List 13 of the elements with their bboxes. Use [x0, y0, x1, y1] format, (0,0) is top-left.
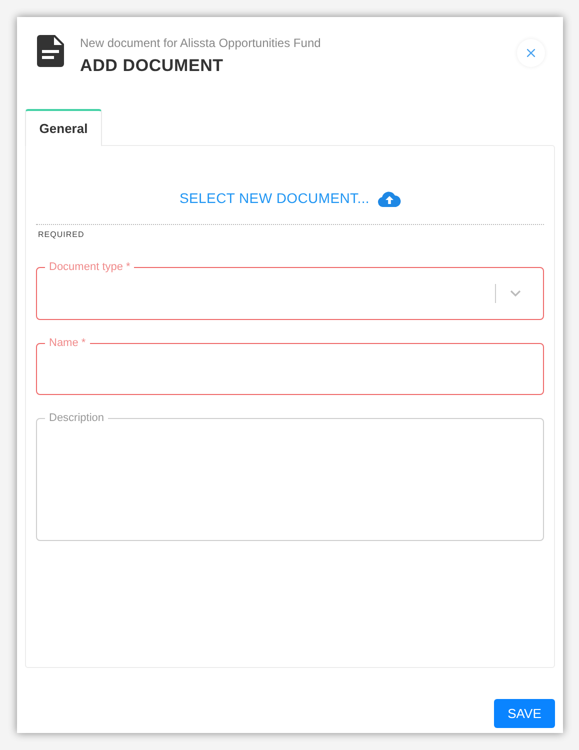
- save-button[interactable]: SAVE: [494, 699, 555, 728]
- dialog-title: ADD DOCUMENT: [80, 55, 224, 77]
- close-button[interactable]: [517, 39, 545, 67]
- cloud-upload-icon: [378, 190, 401, 206]
- close-icon: [527, 49, 535, 57]
- field-label: Document type *: [45, 260, 134, 274]
- required-note: REQUIRED: [38, 229, 84, 241]
- field-label: Description: [45, 411, 108, 425]
- dialog-subtitle: New document for Alissta Opportunities Fund: [80, 35, 321, 51]
- chevron-down-icon: [510, 290, 521, 297]
- document-icon: [37, 35, 64, 67]
- select-document-button[interactable]: SELECT NEW DOCUMENT...: [179, 188, 401, 209]
- tab[interactable]: General: [25, 109, 102, 146]
